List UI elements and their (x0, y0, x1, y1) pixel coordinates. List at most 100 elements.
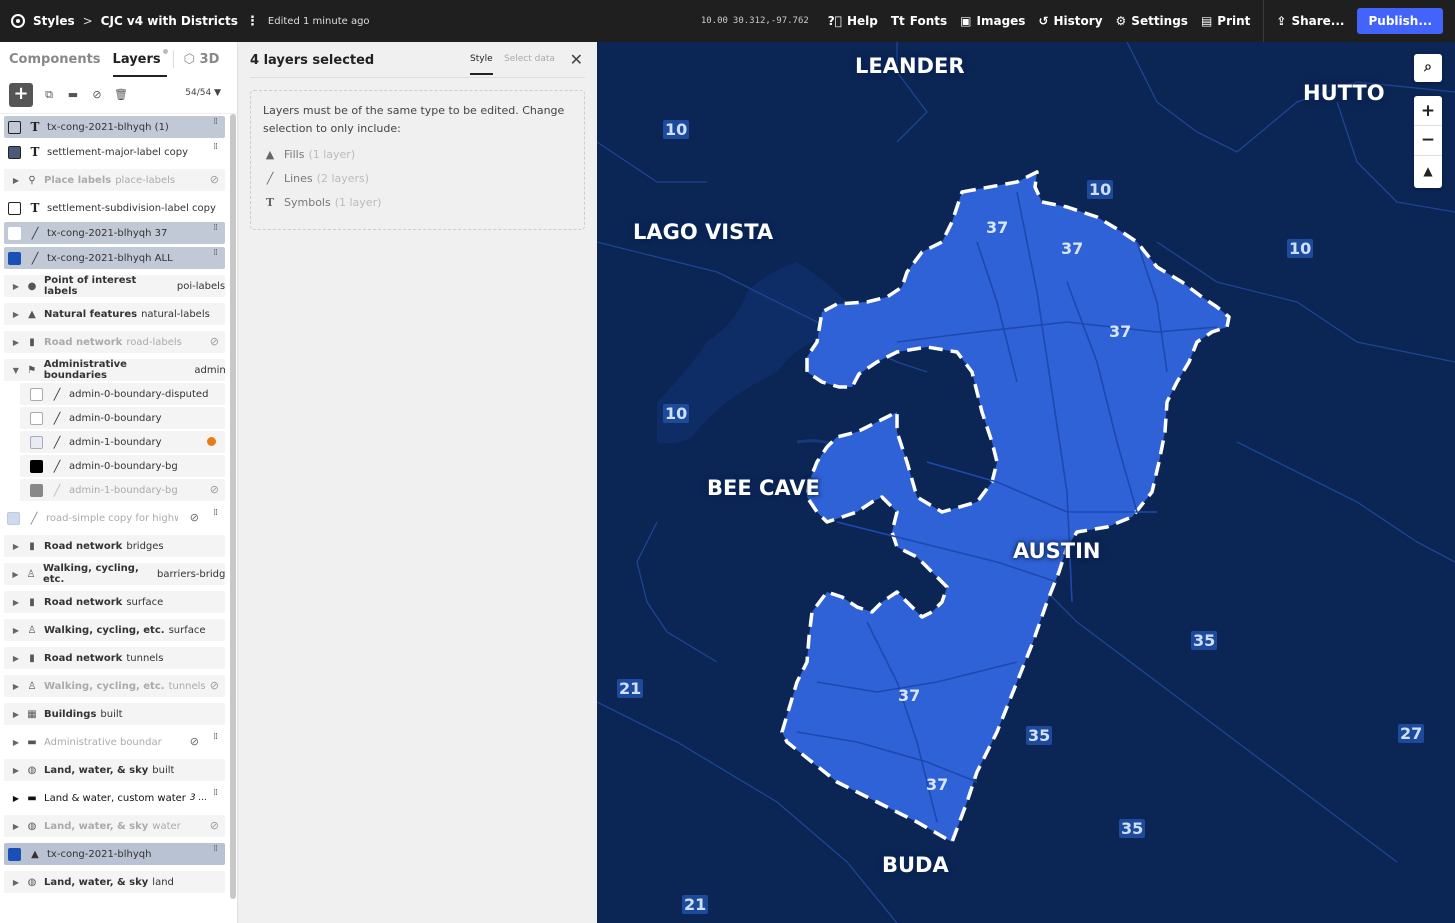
layer-swatch[interactable] (30, 411, 43, 425)
add-layer-button[interactable]: + (9, 82, 33, 107)
tab-3d[interactable]: ⬡ 3D (184, 52, 220, 67)
drag-handle-icon[interactable]: ⁞⁞ (213, 143, 218, 152)
layer-group-row[interactable]: ▶ ♙ Walking, cycling, etc. barriers-bridg… (4, 563, 225, 585)
layer-row[interactable]: ╱ admin-0-boundary-bg (20, 455, 225, 477)
chevron-right-icon[interactable]: ▶ (10, 878, 22, 887)
layer-group-row[interactable]: ▶ ▮ Road network road-labels ⊘ (4, 331, 225, 353)
tab-style[interactable]: Style (470, 54, 493, 75)
close-icon[interactable]: ✕ (570, 50, 583, 69)
layer-group-row[interactable]: ▶ ◍ Land, water, & sky water ⊘ (4, 815, 225, 837)
layer-swatch[interactable] (30, 435, 43, 449)
layer-group-row[interactable]: ▶ ◍ Land, water, & sky built (4, 759, 225, 781)
layer-swatch[interactable] (8, 145, 21, 159)
layer-swatch[interactable] (8, 201, 21, 215)
chevron-right-icon[interactable]: ▶ (10, 682, 22, 691)
option-symbols[interactable]: T Symbols (1 layer) (263, 194, 572, 212)
layer-group-row[interactable]: ▶ ⚲ Place labels place-labels ⊘ (4, 169, 225, 191)
layer-row[interactable]: ╱ admin-1-boundary (20, 431, 225, 453)
styles-link[interactable]: Styles (33, 14, 75, 28)
share-button[interactable]: ⇪ Share... (1276, 14, 1344, 28)
drag-handle-icon[interactable]: ⁞⁞ (213, 845, 218, 854)
chevron-right-icon[interactable]: ▶ (10, 570, 21, 579)
chevron-right-icon[interactable]: ▶ (10, 310, 22, 319)
compass-button[interactable]: ▲ (1414, 156, 1442, 186)
help-button[interactable]: ?⃝ Help (828, 14, 878, 28)
layer-row[interactable]: ╱ admin-0-boundary-disputed (20, 383, 225, 405)
layer-row[interactable]: ╱ admin-1-boundary-bg ⊘ (20, 479, 225, 501)
chevron-right-icon[interactable]: ▶ (10, 738, 22, 747)
mapbox-logo-icon[interactable] (11, 14, 25, 28)
layer-row[interactable]: ▲ tx-cong-2021-blhyqh ⁞⁞ (4, 843, 225, 865)
hidden-eye-icon[interactable]: ⊘ (190, 511, 199, 524)
map-search-button[interactable]: ⌕ (1414, 54, 1442, 82)
settings-button[interactable]: ⚙ Settings (1116, 14, 1188, 28)
hidden-eye-icon[interactable]: ⊘ (210, 335, 219, 348)
layer-group-row[interactable]: ▶ ▦ Buildings built (4, 703, 225, 725)
publish-button[interactable]: Publish... (1357, 8, 1443, 34)
layer-swatch[interactable] (8, 226, 21, 240)
chevron-right-icon[interactable]: ▶ (10, 822, 22, 831)
chevron-right-icon[interactable]: ▶ (10, 282, 22, 291)
style-title[interactable]: CJC v4 with Districts (101, 14, 238, 28)
tab-components[interactable]: Components (9, 52, 101, 67)
layer-swatch[interactable] (8, 251, 21, 265)
chevron-right-icon[interactable]: ▶ (10, 626, 22, 635)
zoom-out-button[interactable]: − (1414, 126, 1442, 156)
map-canvas[interactable]: LEANDER HUTTO LAGO VISTA BEE CAVE AUSTIN… (597, 42, 1455, 923)
hidden-eye-icon[interactable]: ⊘ (210, 679, 219, 692)
layer-swatch[interactable] (30, 459, 43, 473)
layer-group-row[interactable]: ▶ ♙ Walking, cycling, etc. surface (4, 619, 225, 641)
layer-group-row[interactable]: ▶ ▬ Administrative boundaries, ... ⊘ ⁞⁞ (4, 731, 225, 753)
chevron-right-icon[interactable]: ▶ (10, 542, 22, 551)
chevron-right-icon[interactable]: ▶ (10, 766, 22, 775)
layer-group-row[interactable]: ▼ ⚑ Administrative boundaries admin (4, 359, 225, 381)
drag-handle-icon[interactable]: ⁞⁞ (213, 224, 218, 233)
duplicate-icon[interactable]: ⧉ (41, 88, 57, 102)
hidden-eye-icon[interactable]: ⊘ (190, 735, 199, 748)
layer-group-row[interactable]: ▶ ♙ Walking, cycling, etc. tunnels ⊘ (4, 675, 225, 697)
chevron-right-icon[interactable]: ▶ (10, 338, 22, 347)
history-button[interactable]: ↺ History (1038, 14, 1102, 28)
layer-swatch[interactable] (8, 120, 21, 134)
layer-list-scrollbar[interactable] (230, 114, 236, 899)
chevron-right-icon[interactable]: ▶ (10, 598, 22, 607)
tab-select-data[interactable]: Select data (504, 54, 555, 64)
hidden-eye-icon[interactable]: ⊘ (210, 173, 219, 186)
hidden-eye-icon[interactable]: ⊘ (210, 819, 219, 832)
images-button[interactable]: ▣ Images (960, 14, 1025, 28)
chevron-right-icon[interactable]: ▶ (10, 794, 22, 803)
layer-group-row[interactable]: ▶ ▬ Land & water, custom water 3 ... ⁞⁞ (4, 787, 225, 809)
layer-group-row[interactable]: ▶ ▲ Natural features natural-labels (4, 303, 225, 325)
zoom-in-button[interactable]: + (1414, 96, 1442, 126)
hide-icon[interactable]: ⊘ (89, 88, 105, 102)
layer-group-row[interactable]: ▶ ▮ Road network bridges (4, 535, 225, 557)
layer-row[interactable]: ╱ admin-0-boundary (20, 407, 225, 429)
layer-swatch[interactable] (7, 511, 20, 525)
chevron-down-icon[interactable]: ▼ (10, 366, 22, 375)
trash-icon[interactable]: 🗑 (113, 88, 129, 102)
layer-row[interactable]: ╱ tx-cong-2021-blhyqh ALL ⁞⁞ (4, 247, 225, 269)
hidden-eye-icon[interactable]: ⊘ (210, 483, 219, 496)
layer-group-row[interactable]: ▶ ▮ Road network surface (4, 591, 225, 613)
option-lines[interactable]: ╱ Lines (2 layers) (263, 170, 572, 188)
drag-handle-icon[interactable]: ⁞⁞ (213, 249, 218, 258)
drag-handle-icon[interactable]: ⁞⁞ (213, 509, 218, 518)
chevron-right-icon[interactable]: ▶ (10, 654, 22, 663)
option-fills[interactable]: ▲ Fills (1 layer) (263, 146, 572, 164)
print-button[interactable]: ▤ Print (1201, 14, 1250, 28)
layer-group-row[interactable]: ▶ ◍ Land, water, & sky land (4, 871, 225, 893)
chevron-right-icon[interactable]: ▶ (10, 710, 22, 719)
chevron-right-icon[interactable]: ▶ (10, 176, 22, 185)
style-menu-icon[interactable]: ⋮ (246, 14, 259, 29)
fonts-button[interactable]: Tt Fonts (891, 14, 947, 28)
layer-row[interactable]: T tx-cong-2021-blhyqh (1) ⁞⁞ (4, 116, 225, 138)
drag-handle-icon[interactable]: ⁞⁞ (213, 118, 218, 127)
tab-layers[interactable]: Layers (112, 48, 168, 77)
layer-row[interactable]: T settlement-subdivision-label copy (4, 197, 225, 219)
layer-count[interactable]: 54/54 ▼ (185, 88, 221, 98)
layer-row[interactable]: T settlement-major-label copy ⁞⁞ (4, 141, 225, 163)
layer-swatch[interactable] (8, 847, 21, 861)
drag-handle-icon[interactable]: ⁞⁞ (213, 733, 218, 742)
layer-row[interactable]: ╱ tx-cong-2021-blhyqh 37 ⁞⁞ (4, 222, 225, 244)
layer-row[interactable]: ╱ road-simple copy for highwa... ⊘ ⁞⁞ (4, 507, 225, 529)
